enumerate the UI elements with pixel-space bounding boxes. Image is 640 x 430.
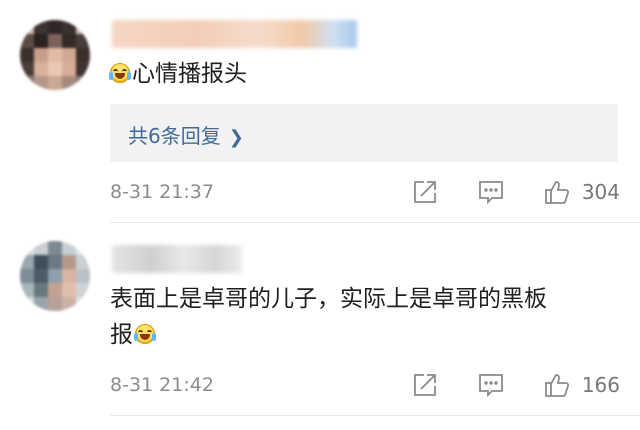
avatar[interactable] — [20, 20, 90, 90]
divider — [110, 415, 640, 416]
username-redacted[interactable] — [112, 20, 357, 48]
share-icon[interactable] — [412, 179, 438, 205]
laughing-tears-emoji-icon — [134, 324, 156, 344]
comment-text: 表面上是卓哥的儿子，实际上是卓哥的黑板 报 — [110, 286, 547, 348]
like-count: 166 — [581, 373, 620, 397]
action-bar: 166 — [412, 372, 620, 398]
chevron-right-icon: ❯ — [228, 127, 244, 148]
comment-text: 心情播报头 — [109, 56, 247, 92]
timestamp: 8-31 21:37 — [110, 181, 214, 203]
action-bar: 304 — [412, 179, 620, 205]
comment-item: 心情播报头 共6条回复 ❯ 8-31 21:37 304 — [0, 0, 640, 222]
username-redacted[interactable] — [112, 245, 242, 273]
timestamp: 8-31 21:42 — [110, 374, 214, 396]
comment-icon[interactable] — [478, 372, 504, 398]
reply-preview-box[interactable]: 共6条回复 ❯ — [110, 104, 618, 162]
comment-item: 表面上是卓哥的儿子，实际上是卓哥的黑板 报 8-31 21:42 166 — [0, 223, 640, 430]
thumbs-up-icon[interactable] — [544, 179, 570, 205]
avatar[interactable] — [20, 241, 90, 311]
laughing-tears-emoji-icon — [109, 63, 131, 83]
view-replies-link[interactable]: 共6条回复 ❯ — [128, 120, 244, 149]
share-icon[interactable] — [412, 372, 438, 398]
thumbs-up-icon[interactable] — [544, 372, 570, 398]
comment-icon[interactable] — [478, 179, 504, 205]
like-count: 304 — [581, 180, 620, 204]
